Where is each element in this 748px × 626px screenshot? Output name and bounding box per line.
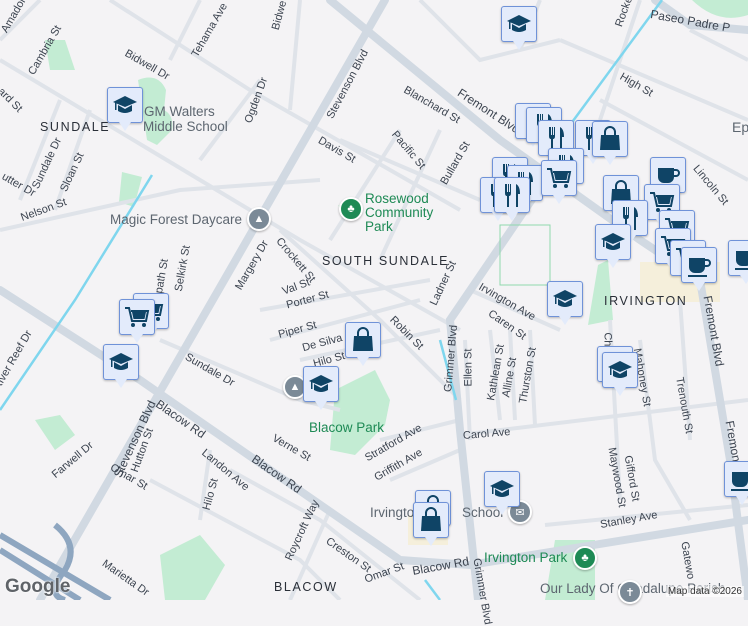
poi-label-middle-school[interactable]: Middle School <box>143 120 228 134</box>
school-marker[interactable] <box>484 471 520 515</box>
park-label-irvington[interactable]: Irvington Park <box>484 551 567 565</box>
poi-label-gm-walters[interactable]: GM Walters <box>144 105 215 119</box>
school-icon <box>107 348 135 376</box>
shopping-bag-icon <box>417 506 445 534</box>
bag-marker[interactable] <box>413 502 449 546</box>
tree-icon[interactable]: ♣ <box>339 197 363 221</box>
fork-knife-icon <box>498 181 526 209</box>
school-icon <box>111 91 139 119</box>
school-marker[interactable] <box>103 344 139 388</box>
area-label-irvington: IRVINGTON <box>604 294 688 308</box>
coffee-cup-icon <box>732 244 748 272</box>
school-icon <box>505 10 533 38</box>
park-label-rosewood[interactable]: Rosewood <box>365 192 429 206</box>
cart-icon <box>123 303 151 331</box>
coffee-marker[interactable] <box>681 247 717 291</box>
school-icon <box>606 356 634 384</box>
laptop-marker[interactable] <box>724 461 748 505</box>
school-marker[interactable] <box>547 281 583 325</box>
cart-icon <box>545 164 573 192</box>
coffee-cup-icon <box>685 251 713 279</box>
school-marker[interactable] <box>107 87 143 131</box>
google-logo[interactable]: Google <box>5 576 70 598</box>
school-icon <box>599 228 627 256</box>
coffee-cup-icon <box>728 465 748 493</box>
school-icon <box>551 285 579 313</box>
shopping-bag-icon <box>349 326 377 354</box>
cart-marker[interactable] <box>119 299 155 343</box>
school-icon <box>488 475 516 503</box>
school-icon <box>307 370 335 398</box>
shopping-bag-icon <box>596 125 624 153</box>
park-label-community[interactable]: Community <box>365 206 433 220</box>
poi-label-irvington[interactable]: Irvingto <box>370 506 414 520</box>
school-marker[interactable] <box>303 366 339 410</box>
bag-marker[interactable] <box>345 322 381 366</box>
school-marker[interactable] <box>602 352 638 396</box>
street-label: Ellen St <box>462 348 475 387</box>
school-marker[interactable] <box>501 6 537 50</box>
school-marker[interactable] <box>595 224 631 268</box>
poi-label-magic-forest-daycare[interactable]: Magic Forest Daycare <box>110 213 242 227</box>
daycare-school-icon[interactable]: ▲ <box>247 207 271 231</box>
area-label-blacow: BLACOW <box>274 580 338 594</box>
map-data-attribution[interactable]: Map data ©2026 <box>665 586 744 597</box>
area-label-sundale: SUNDALE <box>40 120 111 134</box>
poi-label-ep: Ep <box>732 119 748 135</box>
bag-marker[interactable] <box>592 121 628 165</box>
tree-icon[interactable]: ♣ <box>573 546 597 570</box>
park-label-blacow[interactable]: Blacow Park <box>309 421 384 435</box>
restaurant-marker[interactable] <box>494 177 530 221</box>
park-label-park[interactable]: Park <box>365 220 393 234</box>
area-label-south-sundale: SOUTH SUNDALE <box>322 254 450 268</box>
cart-marker[interactable] <box>541 160 577 204</box>
church-cross-icon[interactable]: ✝ <box>618 580 642 604</box>
coffee-marker[interactable] <box>728 240 748 284</box>
